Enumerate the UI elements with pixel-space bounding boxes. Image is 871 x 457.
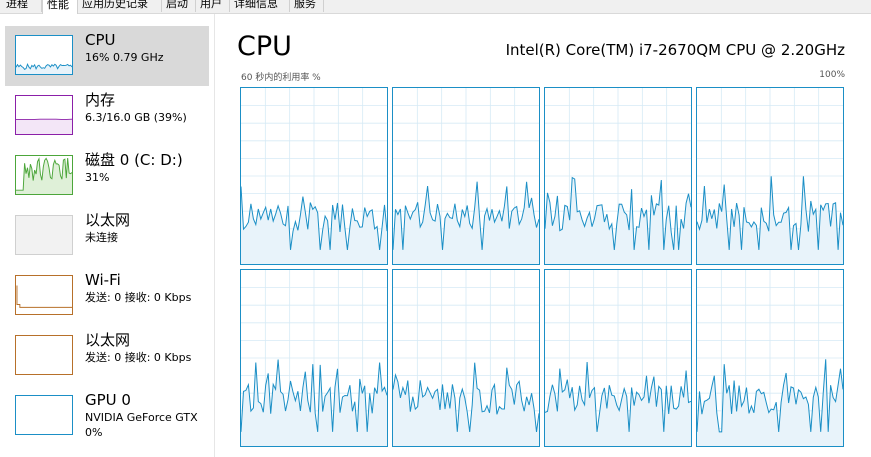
- tab-1[interactable]: 性能: [42, 0, 78, 14]
- cpu-core-graph-7: [696, 269, 844, 447]
- sidebar-thumbnail-graph: [15, 35, 73, 75]
- sidebar-item-usage: 0%: [85, 426, 103, 439]
- cpu-core-graph-5: [392, 269, 540, 447]
- sidebar-item-subtitle: 发送: 0 接收: 0 Kbps: [85, 351, 192, 364]
- sidebar-item-wifi[interactable]: Wi-Fi 发送: 0 接收: 0 Kbps: [5, 266, 209, 326]
- sidebar-item-title: 以太网: [85, 211, 131, 229]
- utilization-max-label: 100%: [819, 70, 845, 80]
- tab-4[interactable]: 用户: [196, 0, 230, 12]
- sidebar-item-title: 内存: [85, 91, 116, 109]
- sidebar-item-subtitle: 未连接: [85, 231, 118, 244]
- sidebar-item-title: 以太网: [85, 331, 131, 349]
- cpu-core-graph-6: [544, 269, 692, 447]
- sidebar-item-subtitle: 6.3/16.0 GB (39%): [85, 111, 187, 124]
- tab-6[interactable]: 服务: [290, 0, 324, 12]
- sidebar-thumbnail-graph: [15, 95, 73, 135]
- tab-2[interactable]: 应用历史记录: [78, 0, 162, 12]
- sidebar-thumbnail-graph: [15, 335, 73, 375]
- sidebar-item-title: 磁盘 0 (C: D:): [85, 151, 183, 169]
- sidebar-item-title: GPU 0: [85, 391, 131, 409]
- cpu-model-name: Intel(R) Core(TM) i7-2670QM CPU @ 2.20GH…: [505, 41, 845, 59]
- cpu-core-graphs: [240, 87, 846, 451]
- cpu-core-graph-1: [392, 87, 540, 265]
- sidebar-thumbnail-graph: [15, 275, 73, 315]
- tab-5[interactable]: 详细信息: [230, 0, 290, 12]
- sidebar-item-mem[interactable]: 内存 6.3/16.0 GB (39%): [5, 86, 209, 146]
- sidebar-item-eth-off[interactable]: 以太网 未连接: [5, 206, 209, 266]
- sidebar-item-title: CPU: [85, 31, 116, 49]
- sidebar-thumbnail-graph: [15, 215, 73, 255]
- page-title: CPU: [237, 31, 292, 62]
- sidebar-item-eth[interactable]: 以太网发送: 0 接收: 0 Kbps: [5, 326, 209, 386]
- sidebar-item-subtitle: 16% 0.79 GHz: [85, 51, 164, 64]
- tab-0[interactable]: 进程: [2, 0, 42, 12]
- resource-sidebar: CPU 16% 0.79 GHz 内存 6.3/16.0 GB (39%) 磁盘 0 (…: [0, 14, 215, 457]
- tab-strip: 进程 性能 应用历史记录 启动 用户 详细信息 服务: [0, 0, 871, 14]
- sidebar-item-gpu[interactable]: GPU 0 NVIDIA GeForce GTX 0%: [5, 386, 209, 446]
- sidebar-thumbnail-graph: [15, 155, 73, 195]
- sidebar-thumbnail-graph: [15, 395, 73, 435]
- cpu-core-graph-4: [240, 269, 388, 447]
- mem-thumb-area: [16, 119, 72, 134]
- sidebar-item-title: Wi-Fi: [85, 271, 121, 289]
- sidebar-item-subtitle: 31%: [85, 171, 110, 184]
- sidebar-item-disk[interactable]: 磁盘 0 (C: D:) 31%: [5, 146, 209, 206]
- utilization-axis-label: 60 秒内的利用率 %: [241, 73, 321, 83]
- cpu-core-graph-0: [240, 87, 388, 265]
- tab-3[interactable]: 启动: [162, 0, 196, 12]
- cpu-core-graph-3: [696, 87, 844, 265]
- sidebar-item-subtitle: NVIDIA GeForce GTX: [85, 411, 198, 424]
- sidebar-item-cpu[interactable]: CPU 16% 0.79 GHz: [5, 26, 209, 86]
- sidebar-item-subtitle: 发送: 0 接收: 0 Kbps: [85, 291, 192, 304]
- cpu-core-graph-2: [544, 87, 692, 265]
